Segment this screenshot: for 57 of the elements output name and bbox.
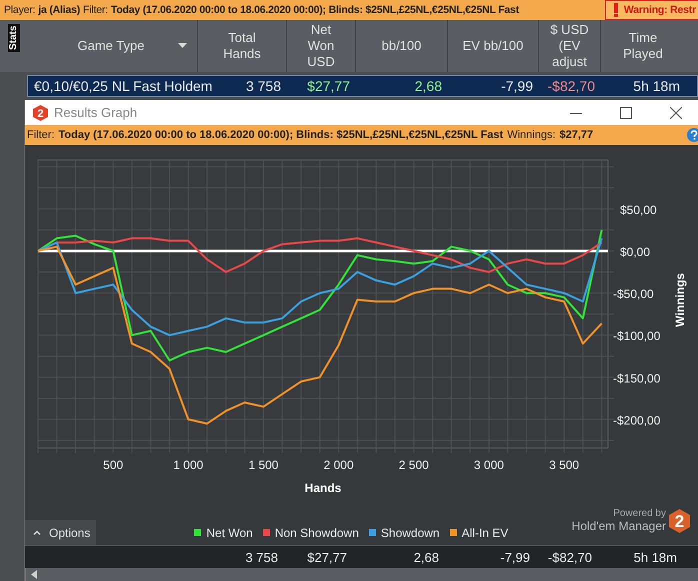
y-tick-label: $0,00 bbox=[620, 244, 650, 259]
filter-label: Filter: bbox=[27, 129, 54, 141]
powered-by-text: Powered by bbox=[613, 508, 666, 519]
y-tick-label: -$150,00 bbox=[613, 371, 660, 386]
table-row[interactable]: €0,10/€0,25 NL Fast Holdem 3 758 $27,77 2,68 -7,99 -$82,70 5h 18m bbox=[27, 75, 698, 97]
app-logo-icon: 2 bbox=[33, 104, 48, 120]
x-tick-label: 1 500 bbox=[248, 458, 278, 472]
brand-logo-icon: 2 bbox=[669, 508, 690, 532]
y-tick-label: -$100,00 bbox=[613, 329, 660, 344]
player-label: Player: bbox=[4, 4, 36, 16]
total-cell: $27,77 bbox=[307, 550, 347, 564]
column-header[interactable]: Game Type bbox=[25, 20, 197, 72]
help-icon[interactable] bbox=[687, 128, 698, 142]
warning-icon bbox=[614, 3, 618, 17]
maximize-icon[interactable] bbox=[620, 106, 632, 118]
total-cell: 3 758 bbox=[245, 550, 278, 564]
x-tick-label: 500 bbox=[103, 458, 124, 472]
table-cell: -7,99 bbox=[501, 78, 533, 94]
table-cell: 2,68 bbox=[414, 78, 442, 94]
legend-label: All-In EV bbox=[462, 526, 508, 540]
options-button[interactable]: Options bbox=[25, 520, 96, 545]
y-tick-label: $50,00 bbox=[620, 202, 657, 217]
table-cell: 3 758 bbox=[246, 78, 281, 94]
total-cell: 2,68 bbox=[414, 550, 439, 564]
x-tick-label: 1 000 bbox=[173, 458, 204, 472]
y-axis-title: Winnings bbox=[673, 273, 687, 327]
y-tick-label: -$50,00 bbox=[613, 287, 654, 302]
total-cell: -7,99 bbox=[500, 550, 530, 564]
filter-text: Today (17.06.2020 00:00 to 18.06.2020 00:00); Blinds: $25NL,£25NL,€25NL,€25NL Fast bbox=[110, 4, 519, 16]
player-name: ja (Alias) bbox=[38, 4, 80, 16]
legend-label: Net Won bbox=[206, 526, 253, 540]
scroll-left-icon[interactable] bbox=[31, 570, 37, 579]
close-icon[interactable] bbox=[670, 106, 682, 118]
winnings-label: Winnings: bbox=[507, 129, 556, 141]
warning-text: Warning: Restr bbox=[624, 4, 696, 16]
winnings-value: $27,77 bbox=[560, 129, 594, 141]
x-tick-label: 2 000 bbox=[324, 458, 354, 472]
filter-label: Filter: bbox=[83, 4, 108, 16]
x-tick-label: 3 000 bbox=[474, 458, 504, 472]
total-cell: 5h 18m bbox=[634, 550, 677, 564]
x-tick-label: 2 500 bbox=[398, 458, 429, 472]
table-cell: 5h 18m bbox=[633, 78, 680, 94]
total-cell: -$82,70 bbox=[548, 550, 592, 564]
caret-icon bbox=[33, 530, 41, 535]
legend-label: Showdown bbox=[380, 526, 440, 540]
filter-text: Today (17.06.2020 00:00 to 18.06.2020 00:00); Blinds: $25NL,£25NL,€25NL,€25NL Fast bbox=[58, 129, 504, 141]
x-tick-label: 3 500 bbox=[549, 458, 580, 472]
table-cell: $27,77 bbox=[307, 78, 350, 94]
x-axis-title: Hands bbox=[304, 481, 342, 495]
window-title: Results Graph bbox=[54, 105, 138, 120]
brand-name: Hold'em Manager bbox=[572, 519, 666, 533]
y-tick-label: -$200,00 bbox=[613, 413, 660, 428]
legend-label: Non Showdown bbox=[274, 526, 359, 540]
table-cell: -$82,70 bbox=[548, 78, 595, 94]
stats-tab[interactable]: Stats bbox=[8, 24, 20, 52]
table-cell: €0,10/€0,25 NL Fast Holdem bbox=[34, 78, 212, 94]
horizontal-scrollbar[interactable] bbox=[25, 568, 698, 581]
